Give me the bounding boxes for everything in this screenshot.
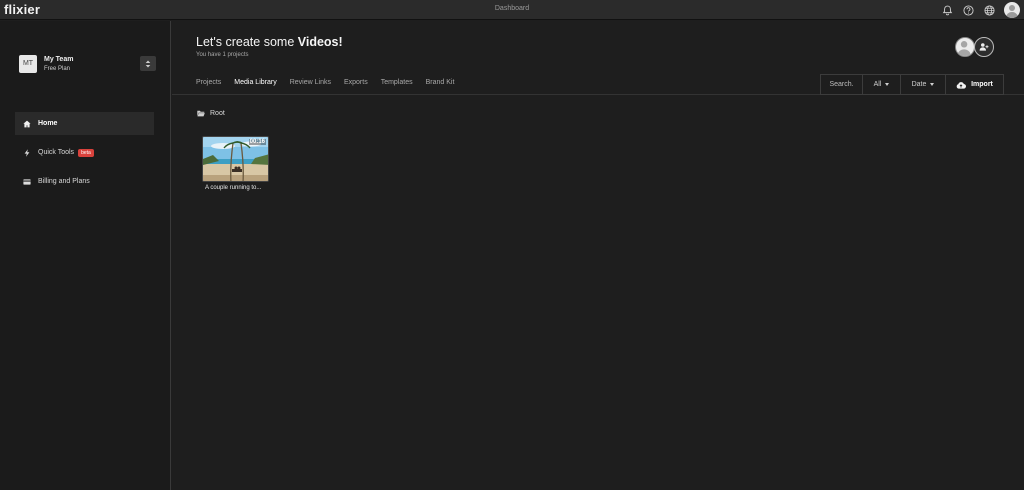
sidebar-item-label: Home xyxy=(38,120,58,127)
globe-icon[interactable] xyxy=(983,4,995,16)
home-icon xyxy=(22,119,31,128)
title-emphasis: Videos! xyxy=(297,35,343,49)
type-filter-dropdown[interactable]: All xyxy=(863,75,901,94)
sidebar-item-quick-tools[interactable]: Quick Tools beta xyxy=(15,141,154,164)
help-circle-icon[interactable] xyxy=(962,4,974,16)
sidebar: MT My Team Free Plan Home Quick Tools be… xyxy=(0,21,171,490)
tab-templates[interactable]: Templates xyxy=(381,77,413,95)
tab-review-links[interactable]: Review Links xyxy=(290,77,331,95)
collaborators xyxy=(955,37,995,57)
video-duration: 00:16 xyxy=(248,139,266,145)
chevron-down-icon xyxy=(885,83,890,86)
tab-exports[interactable]: Exports xyxy=(344,77,368,95)
media-toolbar: Search. All Date Import xyxy=(820,74,1004,95)
cloud-upload-icon xyxy=(956,81,967,89)
sidebar-item-billing[interactable]: Billing and Plans xyxy=(15,170,154,193)
lightning-icon xyxy=(22,148,31,157)
team-initials-badge: MT xyxy=(19,55,37,73)
import-label: Import xyxy=(971,81,993,88)
type-filter-value: All xyxy=(873,81,882,88)
tab-media-library[interactable]: Media Library xyxy=(234,77,277,95)
collaborator-avatar[interactable] xyxy=(955,37,975,57)
user-avatar[interactable] xyxy=(1004,2,1020,18)
sort-arrows-icon xyxy=(145,60,151,67)
team-switch-button[interactable] xyxy=(140,56,156,71)
media-card[interactable]: 00:16 A couple running to... xyxy=(202,136,269,198)
breadcrumb-root: Root xyxy=(210,109,225,117)
team-name: My Team xyxy=(44,56,74,63)
folder-open-icon xyxy=(197,110,205,116)
import-button[interactable]: Import xyxy=(946,75,1003,94)
top-icons xyxy=(941,1,1020,19)
sidebar-item-label: Billing and Plans xyxy=(38,178,90,185)
sort-value: Date xyxy=(911,81,927,88)
page-title: Let's create some Videos! xyxy=(196,35,343,49)
breadcrumb[interactable]: Root xyxy=(197,108,225,118)
title-prefix: Let's create some xyxy=(196,35,298,49)
sort-dropdown[interactable]: Date xyxy=(901,75,946,94)
main-content: Let's create some Videos! You have 1 pro… xyxy=(172,21,1024,490)
bell-icon[interactable] xyxy=(941,4,953,16)
team-plan: Free Plan xyxy=(44,66,71,72)
library-tabs: Projects Media Library Review Links Expo… xyxy=(196,77,454,95)
video-thumbnail[interactable]: 00:16 xyxy=(202,136,269,182)
projects-count: You have 1 projects xyxy=(196,52,249,58)
card-icon xyxy=(22,177,31,186)
search-input[interactable]: Search. xyxy=(821,75,863,94)
beta-badge: beta xyxy=(78,148,94,157)
media-title: A couple running to... xyxy=(205,185,262,191)
top-bar: flixier Dashboard xyxy=(0,0,1024,20)
add-user-icon xyxy=(979,43,989,51)
window-title: Dashboard xyxy=(494,5,530,12)
tab-projects[interactable]: Projects xyxy=(196,77,221,95)
add-member-button[interactable] xyxy=(974,37,994,57)
chevron-down-icon xyxy=(930,83,935,86)
sidebar-item-home[interactable]: Home xyxy=(15,112,154,135)
team-selector[interactable]: MT My Team Free Plan xyxy=(19,55,157,81)
sidebar-item-label: Quick Tools xyxy=(38,149,75,156)
tab-brand-kit[interactable]: Brand Kit xyxy=(426,77,455,95)
